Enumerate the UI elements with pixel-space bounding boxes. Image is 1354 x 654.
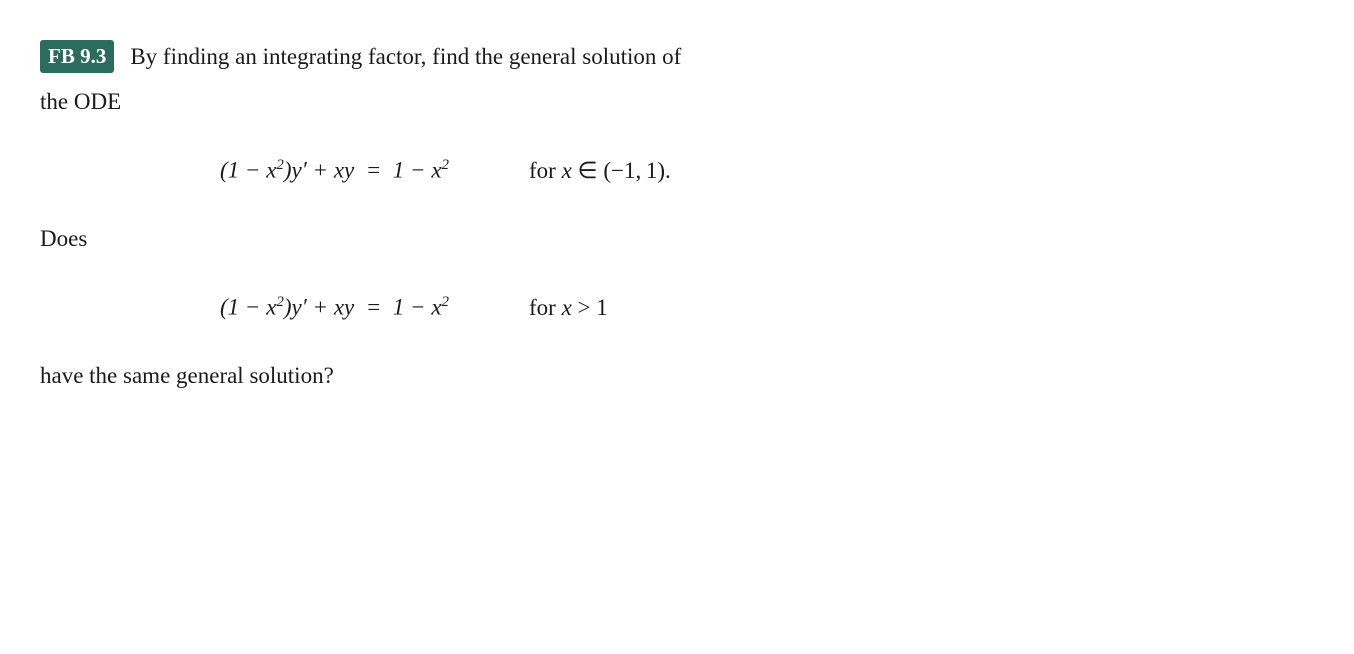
equation-block-2: (1 − x2)y′ + xy = 1 − x2 for x > 1 xyxy=(220,294,1294,321)
header-text: By finding an integrating factor, find t… xyxy=(130,40,681,75)
problem-badge: FB 9.3 xyxy=(40,40,114,73)
equation-1: (1 − x2)y′ + xy = 1 − x2 xyxy=(220,157,449,184)
header-block: FB 9.3 By finding an integrating factor, … xyxy=(40,40,1294,75)
condition-1: for x ∈ (−1, 1). xyxy=(529,158,671,184)
page-content: FB 9.3 By finding an integrating factor, … xyxy=(40,40,1294,393)
condition-2: for x > 1 xyxy=(529,295,608,321)
does-label: Does xyxy=(40,222,1294,257)
equation-2: (1 − x2)y′ + xy = 1 − x2 xyxy=(220,294,449,321)
ode-label: the ODE xyxy=(40,85,1294,120)
conclusion-text: have the same general solution? xyxy=(40,359,1294,394)
equation-block-1: (1 − x2)y′ + xy = 1 − x2 for x ∈ (−1, 1)… xyxy=(220,157,1294,184)
